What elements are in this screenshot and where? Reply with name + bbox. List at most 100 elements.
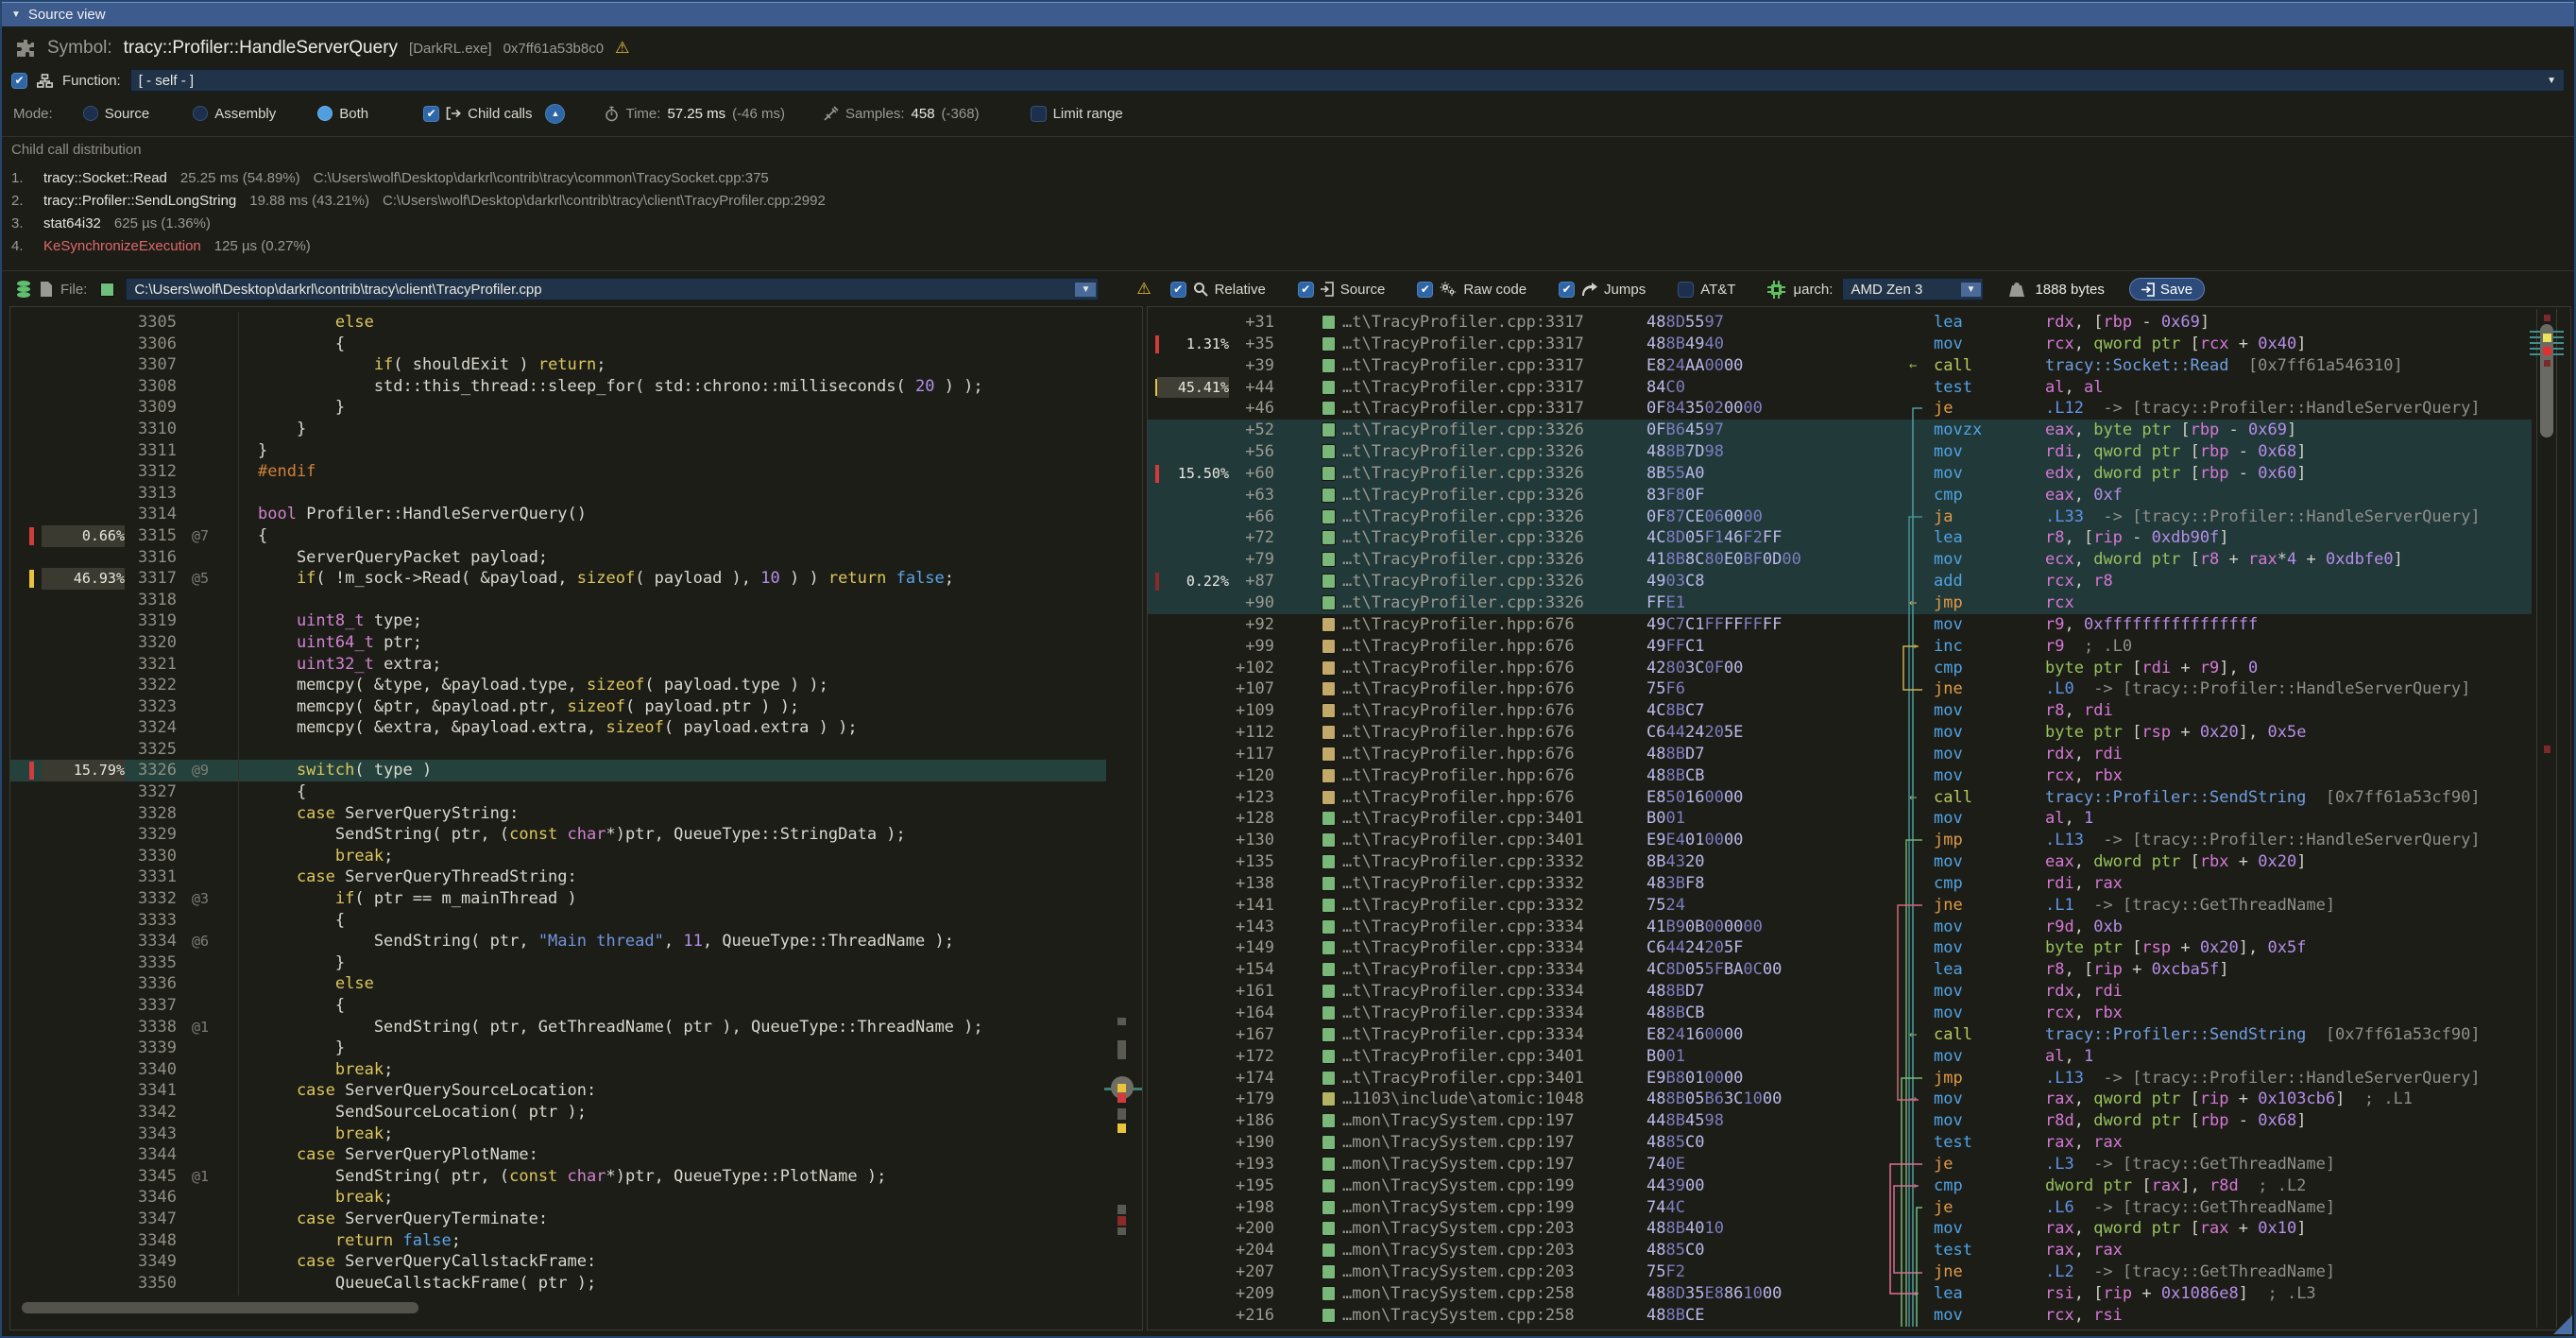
collapse-triangle-icon[interactable]: ▼ xyxy=(11,9,21,20)
function-combo[interactable]: [ - self - ] ▼ xyxy=(130,69,2565,92)
source-line[interactable]: 3323 memcpy( &ptr, &payload.ptr, sizeof(… xyxy=(10,696,1106,718)
asm-row[interactable]: +154…t\TracyProfiler.cpp:33344C8D055FBA0… xyxy=(1148,959,2532,981)
source-line[interactable]: 3346 break; xyxy=(10,1187,1106,1209)
source-line[interactable]: 3314bool Profiler::HandleServerQuery() xyxy=(10,504,1106,525)
asm-row[interactable]: +161…t\TracyProfiler.cpp:3334488BD7movrd… xyxy=(1148,981,2532,1003)
source-scrollbar[interactable] xyxy=(1110,307,1142,1295)
source-line[interactable]: 3316 ServerQueryPacket payload; xyxy=(10,547,1106,569)
source-line[interactable]: 3305 else xyxy=(10,312,1106,334)
asm-row[interactable]: +102…t\TracyProfiler.hpp:67642803C0F00cm… xyxy=(1148,658,2532,679)
source-line[interactable]: 3330 break; xyxy=(10,846,1106,867)
source-line[interactable]: 3313 xyxy=(10,483,1106,505)
source-line[interactable]: 3337 { xyxy=(10,995,1106,1017)
asm-row[interactable]: +141…t\TracyProfiler.cpp:33327524jne.L1 … xyxy=(1148,895,2532,917)
mode-radio-assembly[interactable]: Assembly xyxy=(193,106,276,122)
source-line[interactable]: 3342 SendSourceLocation( ptr ); xyxy=(10,1102,1106,1124)
asm-row[interactable]: +130…t\TracyProfiler.cpp:3401E9E4010000j… xyxy=(1148,830,2532,851)
asm-row[interactable]: +123…t\TracyProfiler.hpp:676E850160000←c… xyxy=(1148,787,2532,809)
source-line[interactable]: 3332@3 if( ptr == m_mainThread ) xyxy=(10,888,1106,910)
source-line[interactable]: 3322 memcpy( &type, &payload.type, sizeo… xyxy=(10,675,1106,696)
source-line[interactable]: 3334@6 SendString( ptr, "Main thread", 1… xyxy=(10,931,1106,952)
source-line[interactable]: 3321 uint32_t extra; xyxy=(10,654,1106,676)
asm-row[interactable]: +164…t\TracyProfiler.cpp:3334488BCBmovrc… xyxy=(1148,1003,2532,1024)
hscroll-thumb[interactable] xyxy=(22,1302,418,1313)
source-line[interactable]: 3307 if( shouldExit ) return; xyxy=(10,354,1106,376)
asm-row[interactable]: +117…t\TracyProfiler.hpp:676488BD7movrdx… xyxy=(1148,744,2532,765)
source-line[interactable]: 3306 { xyxy=(10,334,1106,355)
source-line[interactable]: 3341 case ServerQuerySourceLocation: xyxy=(10,1080,1106,1102)
source-hscrollbar[interactable] xyxy=(14,1299,1106,1316)
child-call-row[interactable]: 4.KeSynchronizeExecution125 µs (0.27%) xyxy=(11,234,311,257)
asm-row[interactable]: +186…mon\TracySystem.cpp:197448B4598movr… xyxy=(1148,1110,2532,1132)
source-line[interactable]: 3336 else xyxy=(10,973,1106,995)
source-line[interactable]: 3325 xyxy=(10,739,1106,761)
source-line[interactable]: 3328 case ServerQueryString: xyxy=(10,803,1106,825)
asm-row[interactable]: +174…t\TracyProfiler.cpp:3401E9B8010000j… xyxy=(1148,1068,2532,1089)
asm-row[interactable]: +128…t\TracyProfiler.cpp:3401B001moval, … xyxy=(1148,808,2532,830)
source-line[interactable]: 3327 { xyxy=(10,781,1106,803)
asm-row[interactable]: +198…mon\TracySystem.cpp:199744Cje.L6 ->… xyxy=(1148,1197,2532,1219)
source-line[interactable]: 3311} xyxy=(10,440,1106,462)
source-line[interactable]: 3324 memcpy( &extra, &payload.extra, siz… xyxy=(10,717,1106,739)
asm-row[interactable]: +109…t\TracyProfiler.hpp:6764C8BC7movr8,… xyxy=(1148,700,2532,722)
source-line[interactable]: 3335 } xyxy=(10,952,1106,974)
source-line[interactable]: 0.66%3315@7{ xyxy=(10,525,1106,547)
asm-row[interactable]: +190…mon\TracySystem.cpp:1974885C0testra… xyxy=(1148,1132,2532,1154)
source-line[interactable]: 3320 uint64_t ptr; xyxy=(10,632,1106,654)
source-line[interactable]: 3319 uint8_t type; xyxy=(10,610,1106,632)
file-combo[interactable]: C:\Users\wolf\Desktop\darkrl\contrib\tra… xyxy=(126,278,1099,300)
asm-row[interactable]: +143…t\TracyProfiler.cpp:333441B90B00000… xyxy=(1148,917,2532,938)
asm-row[interactable]: 0.22%+87…t\TracyProfiler.cpp:33264903C8a… xyxy=(1148,571,2532,592)
asm-row[interactable]: +79…t\TracyProfiler.cpp:3326418B8C80E0BF… xyxy=(1148,549,2532,571)
assembly-scrollbar[interactable] xyxy=(2536,309,2557,1328)
asm-row[interactable]: +195…mon\TracySystem.cpp:199443900→cmpdw… xyxy=(1148,1175,2532,1197)
mode-radio-source[interactable]: Source xyxy=(83,106,150,122)
asm-row[interactable]: +107…t\TracyProfiler.hpp:67675F6jne.L0 -… xyxy=(1148,678,2532,700)
child-call-row[interactable]: 1.tracy::Socket::Read25.25 ms (54.89%)C:… xyxy=(11,166,769,189)
asm-row[interactable]: +31…t\TracyProfiler.cpp:3317488D5597lear… xyxy=(1148,312,2532,334)
asm-row[interactable]: +172…t\TracyProfiler.cpp:3401B001moval, … xyxy=(1148,1046,2532,1068)
source-line[interactable]: 3349 case ServerQueryCallstackFrame: xyxy=(10,1251,1106,1273)
asm-row[interactable]: +204…mon\TracySystem.cpp:2034885C0testra… xyxy=(1148,1240,2532,1261)
source-line[interactable]: 3343 break; xyxy=(10,1124,1106,1145)
asm-row[interactable]: 45.41%+44…t\TracyProfiler.cpp:331784C0te… xyxy=(1148,377,2532,399)
limit-range-checkbox[interactable]: Limit range xyxy=(1031,106,1123,122)
toolbar-check-relative[interactable]: ✔Relative xyxy=(1170,282,1266,298)
child-call-row[interactable]: 3.stat64i32625 µs (1.36%) xyxy=(11,212,211,234)
function-checkbox[interactable]: ✔ xyxy=(11,73,27,89)
source-line[interactable]: 3338@1 SendString( ptr, GetThreadName( p… xyxy=(10,1017,1106,1038)
source-line[interactable]: 3309 } xyxy=(10,397,1106,419)
asm-row[interactable]: +120…t\TracyProfiler.hpp:676488BCBmovrcx… xyxy=(1148,765,2532,787)
asm-row[interactable]: +56…t\TracyProfiler.cpp:3326488B7D98movr… xyxy=(1148,441,2532,463)
asm-row[interactable]: +179…1103\include\atomic:1048488B05B63C1… xyxy=(1148,1089,2532,1110)
toolbar-check-source[interactable]: ✔Source xyxy=(1298,282,1386,298)
asm-row[interactable]: +72…t\TracyProfiler.cpp:33264C8D05F146F2… xyxy=(1148,527,2532,549)
source-line[interactable]: 3312#endif xyxy=(10,461,1106,483)
source-line[interactable]: 3347 case ServerQueryTerminate: xyxy=(10,1209,1106,1230)
asm-row[interactable]: +99…t\TracyProfiler.hpp:67649FFC1→incr9 … xyxy=(1148,636,2532,658)
asm-row[interactable]: +63…t\TracyProfiler.cpp:332683F80Fcmpeax… xyxy=(1148,485,2532,506)
toolbar-check-at-t[interactable]: AT&T xyxy=(1678,282,1735,298)
source-line[interactable]: 3350 QueueCallstackFrame( ptr ); xyxy=(10,1273,1106,1295)
source-line[interactable]: 3318 xyxy=(10,590,1106,611)
asm-row[interactable]: +46…t\TracyProfiler.cpp:33170F8435020000… xyxy=(1148,398,2532,420)
asm-row[interactable]: +138…t\TracyProfiler.cpp:3332483BF8cmprd… xyxy=(1148,873,2532,895)
source-line[interactable]: 3310 } xyxy=(10,419,1106,440)
propagate-up-button[interactable]: ▲ xyxy=(545,104,565,124)
asm-row[interactable]: +52…t\TracyProfiler.cpp:33260FB64597movz… xyxy=(1148,420,2532,441)
asm-row[interactable]: +149…t\TracyProfiler.cpp:3334C64424205Fm… xyxy=(1148,937,2532,959)
asm-row[interactable]: +207…mon\TracySystem.cpp:20375F2jne.L2 -… xyxy=(1148,1261,2532,1283)
source-line[interactable]: 3345@1 SendString( ptr, (const char*)ptr… xyxy=(10,1166,1106,1188)
asm-row[interactable]: +39…t\TracyProfiler.cpp:3317E824AA0000←c… xyxy=(1148,355,2532,377)
save-button[interactable]: Save xyxy=(2129,278,2205,300)
source-line[interactable]: 15.79%3326@9 switch( type ) xyxy=(10,760,1106,781)
toolbar-check-raw-code[interactable]: ✔Raw code xyxy=(1417,282,1527,298)
asm-row[interactable]: +193…mon\TracySystem.cpp:197740Eje.L3 ->… xyxy=(1148,1154,2532,1175)
asm-row[interactable]: +92…t\TracyProfiler.hpp:67649C7C1FFFFFFF… xyxy=(1148,614,2532,636)
mode-radio-both[interactable]: Both xyxy=(317,106,368,122)
source-line[interactable]: 46.93%3317@5 if( !m_sock->Read( &payload… xyxy=(10,568,1106,590)
asm-row[interactable]: +216…mon\TracySystem.cpp:258488BCEmovrcx… xyxy=(1148,1305,2532,1327)
asm-row[interactable]: 1.31%+35…t\TracyProfiler.cpp:3317488B494… xyxy=(1148,334,2532,355)
resize-grip[interactable] xyxy=(2553,1315,2572,1334)
title-bar[interactable]: ▼ Source view xyxy=(2,2,2574,26)
